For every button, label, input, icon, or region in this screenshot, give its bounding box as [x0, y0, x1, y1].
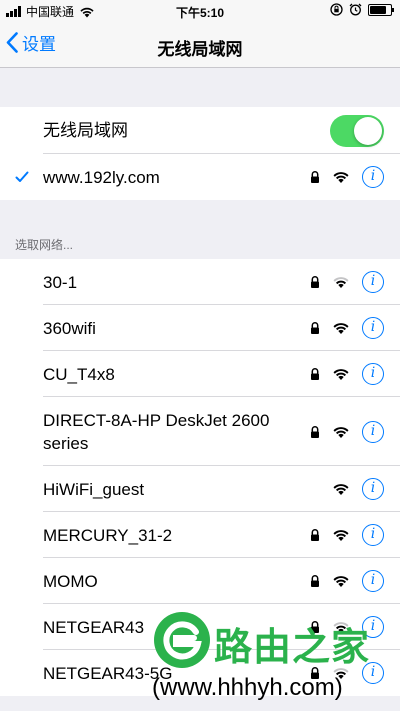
page-title: 无线局域网 — [157, 40, 243, 59]
orientation-lock-icon — [330, 3, 343, 16]
wifi-signal-icon — [333, 484, 349, 495]
info-icon[interactable]: i — [362, 317, 384, 339]
network-name: MERCURY_31-2 — [43, 525, 173, 545]
status-bar: 中国联通 下午5:10 — [0, 0, 400, 22]
info-icon[interactable]: i — [362, 271, 384, 293]
connected-network-name: www.192ly.com — [43, 167, 160, 187]
wifi-signal-icon — [333, 172, 349, 183]
wifi-signal-icon — [333, 530, 349, 541]
network-name: 30-1 — [43, 272, 78, 292]
lock-icon — [311, 529, 319, 541]
wifi-signal-icon — [333, 323, 349, 334]
info-icon[interactable]: i — [362, 363, 384, 385]
wifi-signal-icon — [333, 576, 349, 587]
info-icon[interactable]: i — [362, 420, 384, 443]
network-row[interactable]: MOMO i — [0, 558, 400, 604]
battery-icon — [368, 3, 394, 16]
wifi-signal-icon — [333, 277, 349, 288]
info-icon[interactable]: i — [362, 166, 384, 188]
connected-network-row[interactable]: www.192ly.com i — [0, 154, 400, 200]
lock-icon — [311, 171, 319, 183]
wifi-settings-group: 无线局域网 www.192ly.com i — [0, 107, 400, 200]
network-row[interactable]: 30-1 i — [0, 259, 400, 305]
network-name: CU_T4x8 — [43, 364, 115, 384]
checkmark-icon — [15, 171, 29, 182]
watermark-url: (www.hhhyh.com) — [152, 674, 343, 701]
watermark-logo-text: 路由之家 — [214, 627, 371, 669]
wifi-toggle-label: 无线局域网 — [43, 121, 128, 140]
lock-icon — [311, 276, 319, 288]
network-name: DIRECT-8A-HP DeskJet 2600 series — [43, 410, 270, 453]
network-row[interactable]: MERCURY_31-2 i — [0, 512, 400, 558]
watermark: 路由之家 (www.hhhyh.com) — [152, 608, 400, 711]
lock-icon — [311, 322, 319, 334]
wifi-signal-icon — [333, 426, 349, 438]
network-name: MOMO — [43, 571, 98, 591]
info-icon[interactable]: i — [362, 570, 384, 592]
network-row[interactable]: 360wifi i — [0, 305, 400, 351]
site-logo-icon — [154, 612, 210, 668]
info-icon[interactable]: i — [362, 478, 384, 500]
navigation-bar: 设置 无线局域网 — [0, 22, 400, 68]
network-name: 360wifi — [43, 318, 96, 338]
lock-icon — [311, 425, 319, 438]
network-name: HiWiFi_guest — [43, 479, 145, 499]
network-row[interactable]: DIRECT-8A-HP DeskJet 2600 series i — [0, 397, 400, 466]
section-header: 选取网络... — [15, 238, 74, 252]
wifi-toggle-switch[interactable] — [330, 114, 384, 147]
network-row[interactable]: HiWiFi_guest i — [0, 466, 400, 512]
alarm-icon — [349, 3, 362, 16]
network-row[interactable]: CU_T4x8 i — [0, 351, 400, 397]
wifi-toggle-row: 无线局域网 — [0, 107, 400, 154]
wifi-signal-icon — [333, 369, 349, 380]
info-icon[interactable]: i — [362, 524, 384, 546]
lock-icon — [311, 575, 319, 587]
lock-icon — [311, 368, 319, 380]
